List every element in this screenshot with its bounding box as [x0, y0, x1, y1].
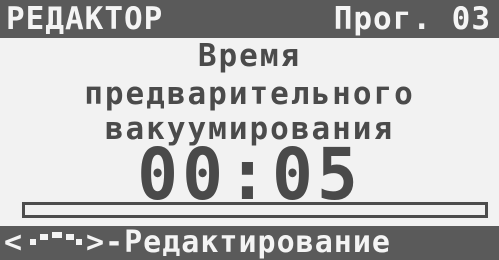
footer-action-label: >-Редактирование	[86, 225, 391, 260]
footer-bracket-open: <	[4, 225, 23, 260]
progress-bar	[22, 202, 488, 218]
parameter-label-line-2: предварительного	[84, 76, 415, 112]
parameter-label-line-1: Время	[197, 38, 302, 74]
parameter-value[interactable]: 00:05	[0, 139, 499, 211]
program-number: Прог. 03	[333, 1, 491, 37]
footer-hint-bar: < >-Редактирование	[0, 226, 499, 260]
lcd-screen: РЕДАКТОР Прог. 03 Время предварительного…	[0, 0, 499, 260]
screen-title: РЕДАКТОР	[6, 1, 164, 37]
header-bar: РЕДАКТОР Прог. 03	[0, 0, 499, 38]
rotary-knob-icon	[30, 232, 82, 252]
